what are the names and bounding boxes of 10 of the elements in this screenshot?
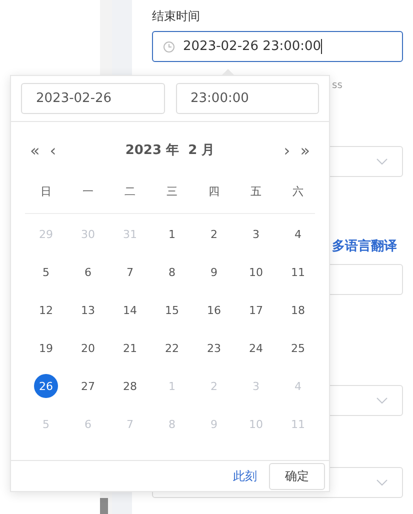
weekday-label: 五 bbox=[250, 184, 262, 199]
weekday-label: 四 bbox=[208, 184, 220, 199]
weekday-label: 三 bbox=[166, 184, 178, 199]
weekday-label: 二 bbox=[124, 184, 136, 199]
weekday-label: 六 bbox=[292, 184, 304, 199]
month-title: 2023 年 2 月 bbox=[124, 142, 216, 159]
weekday-label: 日 bbox=[40, 184, 52, 199]
hint-text: ss bbox=[332, 80, 344, 91]
weekday-label: 一 bbox=[82, 184, 94, 199]
field-label: 结束时间 bbox=[152, 8, 201, 24]
